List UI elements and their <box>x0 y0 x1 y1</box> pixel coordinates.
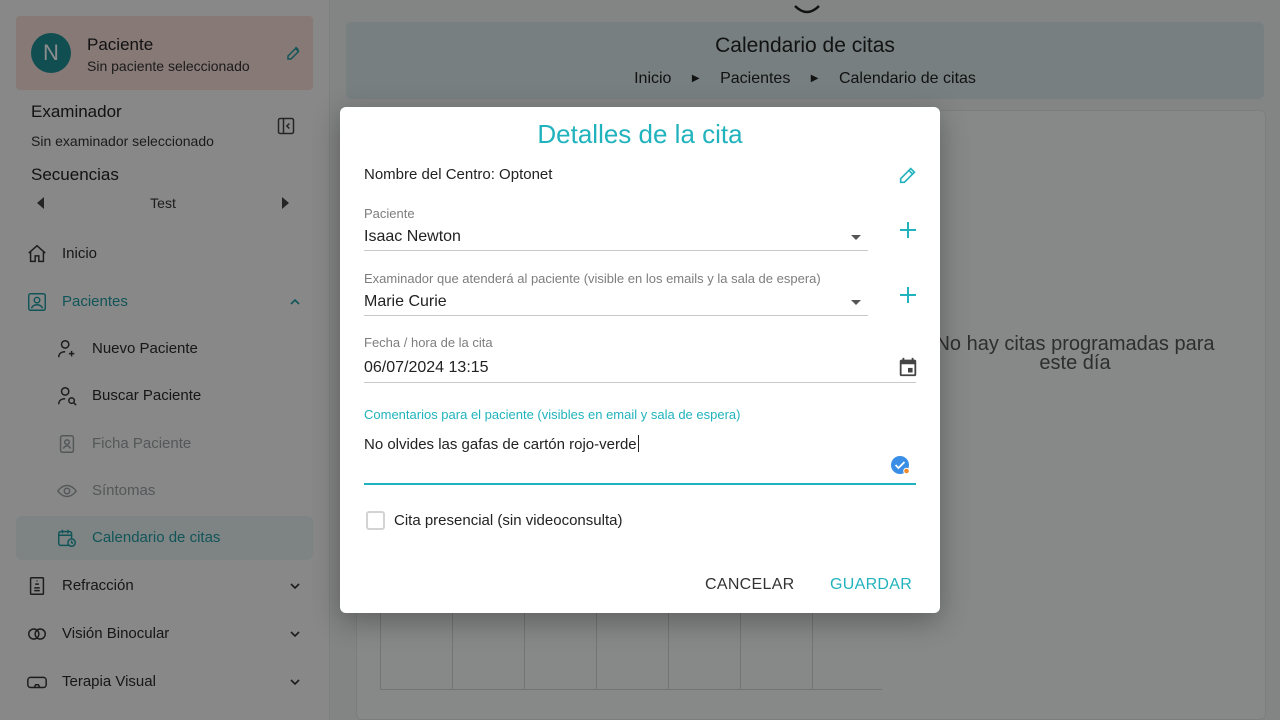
add-patient-icon[interactable] <box>899 221 917 239</box>
presencial-checkbox[interactable] <box>366 511 385 530</box>
dropdown-caret-icon[interactable] <box>851 300 861 305</box>
save-button[interactable]: GUARDAR <box>830 576 912 594</box>
patient-select[interactable]: Isaac Newton <box>364 228 461 246</box>
comments-field-label: Comentarios para el paciente (visibles e… <box>364 407 741 422</box>
presencial-checkbox-label[interactable]: Cita presencial (sin videoconsulta) <box>394 512 622 529</box>
examiner-field-underline <box>364 315 868 316</box>
calendar-icon[interactable] <box>897 356 919 378</box>
patient-field-underline <box>364 250 868 251</box>
date-input[interactable]: 06/07/2024 13:15 <box>364 359 489 377</box>
patient-field-label: Paciente <box>364 206 415 221</box>
examiner-select[interactable]: Marie Curie <box>364 293 447 311</box>
comments-text: No olvides las gafas de cartón rojo-verd… <box>364 436 637 453</box>
comments-field-underline <box>364 483 916 485</box>
dialog-title: Detalles de la cita <box>537 119 743 149</box>
dropdown-caret-icon[interactable] <box>851 235 861 240</box>
date-field-underline <box>364 382 916 383</box>
cancel-button[interactable]: CANCELAR <box>705 576 795 594</box>
text-cursor <box>637 435 639 452</box>
examiner-field-label: Examinador que atenderá al paciente (vis… <box>364 271 821 286</box>
center-name: Nombre del Centro: Optonet <box>364 166 553 183</box>
comments-textarea[interactable]: No olvides las gafas de cartón rojo-verd… <box>364 435 639 453</box>
appointment-dialog: Detalles de la cita Nombre del Centro: O… <box>340 107 940 613</box>
pencil-icon[interactable] <box>897 164 919 186</box>
spellcheck-badge-icon[interactable] <box>890 455 910 475</box>
add-examiner-icon[interactable] <box>899 286 917 304</box>
date-field-label: Fecha / hora de la cita <box>364 335 493 350</box>
